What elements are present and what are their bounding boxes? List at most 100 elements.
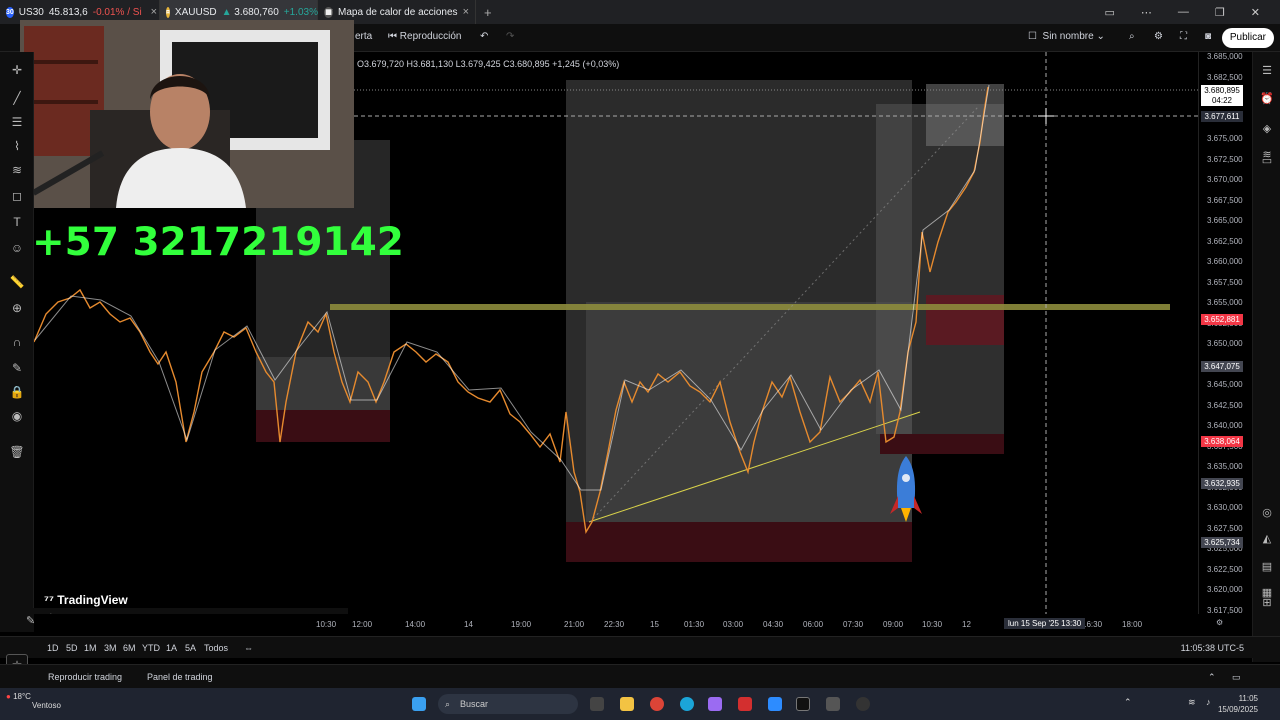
calendar-icon[interactable]: ▤: [1260, 560, 1274, 574]
wps-icon[interactable]: [738, 697, 752, 711]
timeframe-3m[interactable]: 3M: [104, 643, 117, 653]
tab-us30-price: 45.813,6: [48, 6, 88, 18]
edge-icon[interactable]: [680, 697, 694, 711]
tray-speaker-icon[interactable]: ♪: [1206, 697, 1211, 707]
undo-icon[interactable]: ↶: [480, 31, 488, 42]
lock-icon[interactable]: 🔒: [9, 384, 25, 400]
maximize-panel-icon[interactable]: ▭: [1232, 672, 1241, 683]
chrome-icon[interactable]: [650, 697, 664, 711]
app-icon[interactable]: [826, 697, 840, 711]
watchlist-icon[interactable]: ☰: [1260, 64, 1274, 78]
eye-icon[interactable]: ◉: [9, 408, 25, 424]
timeframe-1m[interactable]: 1M: [84, 643, 97, 653]
tab-xauusd-price: ▲ 3.680,760: [222, 7, 279, 18]
chart-settings-icon[interactable]: ⚙: [1216, 618, 1223, 627]
chevron-down-icon: ⌄: [1096, 31, 1105, 42]
webcam-scene: [20, 20, 354, 208]
time-tick: 10:30: [922, 620, 943, 629]
timeframe-6m[interactable]: 6M: [123, 643, 136, 653]
tradingview-app-icon[interactable]: [796, 697, 810, 711]
system-clock[interactable]: 11:05 15/09/2025: [1218, 693, 1258, 715]
pattern-tool-icon[interactable]: ⌇: [9, 138, 25, 154]
ruler-icon[interactable]: 📏: [9, 274, 25, 290]
alert-button[interactable]: erta: [355, 31, 372, 42]
crosshair-time-label: lun 15 Sep '25 13:30: [1004, 618, 1086, 629]
close-window-icon[interactable]: ✕: [1251, 6, 1260, 19]
magnet-icon[interactable]: ∩: [9, 334, 25, 350]
settings-icon[interactable]: ⚙: [1154, 31, 1163, 42]
taskbar-search[interactable]: ⌕ Buscar: [438, 694, 578, 714]
chart-clock[interactable]: 11:05:38 UTC-5: [1181, 643, 1244, 653]
replay-button[interactable]: ⏮ Reproducción: [388, 31, 462, 42]
pencil-lock-icon[interactable]: ✎: [9, 360, 25, 376]
zoom-app-icon[interactable]: [768, 697, 782, 711]
heatmap-icon: ▦: [324, 6, 334, 18]
tab-xauusd-change: +1.03%: [283, 6, 318, 18]
timeframe-all[interactable]: Todos: [204, 643, 228, 653]
grid-icon[interactable]: ⊞: [1260, 596, 1274, 610]
price-tick: 3.650,000: [1207, 339, 1243, 348]
price-label-countdown: 04:22: [1201, 95, 1243, 106]
maximize-icon[interactable]: ❐: [1215, 6, 1225, 19]
trendline-tool-icon[interactable]: ╱: [9, 90, 25, 106]
tray-chevron-icon[interactable]: ⌃: [1124, 697, 1132, 708]
price-axis[interactable]: 3.685,0003.682,5003.680,0003.677,5003.67…: [1198, 52, 1252, 615]
shape-tool-icon[interactable]: ◻: [9, 188, 25, 204]
timeframe-ytd[interactable]: YTD: [142, 643, 160, 653]
target-icon[interactable]: ◎: [1260, 506, 1274, 520]
price-tick: 3.660,000: [1207, 257, 1243, 266]
layout-button[interactable]: ☐ Sin nombre ⌄: [1028, 31, 1105, 42]
price-tick: 3.672,500: [1207, 154, 1243, 164]
price-tick: 3.645,000: [1207, 380, 1243, 389]
trading-panel-tab[interactable]: Panel de trading: [147, 672, 213, 682]
forecast-tool-icon[interactable]: ≋: [9, 162, 25, 178]
redo-icon[interactable]: ↷: [506, 31, 514, 42]
time-tick: 07:30: [843, 620, 864, 629]
camera-icon[interactable]: ◙: [1205, 31, 1211, 42]
data-window-icon[interactable]: ◈: [1260, 122, 1274, 136]
timeframe-1d[interactable]: 1D: [47, 643, 59, 653]
tray-wifi-icon[interactable]: ≋: [1188, 697, 1196, 708]
gold-icon: ¤: [166, 6, 170, 18]
windows-start-icon[interactable]: [412, 697, 426, 711]
obs-icon[interactable]: [856, 697, 870, 711]
time-tick: 09:00: [883, 620, 904, 629]
price-tick: 3.640,000: [1207, 421, 1243, 430]
fullscreen-icon[interactable]: ⛶: [1180, 31, 1187, 42]
file-explorer-icon[interactable]: [620, 697, 634, 711]
alerts-icon[interactable]: ⏰: [1260, 92, 1274, 106]
time-tick: 12: [962, 620, 971, 629]
minimize-icon[interactable]: —: [1178, 6, 1189, 18]
publish-button[interactable]: Publicar: [1221, 28, 1274, 48]
task-view-icon[interactable]: [590, 697, 604, 711]
search-icon[interactable]: ⌕: [1129, 31, 1135, 42]
fib-tool-icon[interactable]: ☰: [9, 114, 25, 130]
timeframe-1a[interactable]: 1A: [166, 643, 177, 653]
chevron-up-icon[interactable]: ⌃: [1208, 672, 1216, 683]
text-tool-icon[interactable]: T: [9, 214, 25, 230]
phone-number-overlay: +57 3217219142: [32, 220, 404, 265]
crosshair-tool-icon[interactable]: ✛: [9, 62, 25, 78]
price-tick: 3.665,000: [1207, 216, 1243, 225]
time-axis[interactable]: 18:0016:3015:001210:3009:0007:3006:0004:…: [34, 614, 1223, 634]
copilot-icon[interactable]: [708, 697, 722, 711]
weather-widget[interactable]: ● 18°C Ventoso: [6, 692, 61, 710]
close-icon[interactable]: ×: [151, 6, 157, 18]
time-tick: 12:00: [352, 620, 373, 629]
timeframe-bar: 1D 5D 1M 3M 6M YTD 1A 5A Todos ⇔ 11:05:3…: [0, 636, 1280, 658]
timeframe-5d[interactable]: 5D: [66, 643, 78, 653]
chat-icon[interactable]: ▭: [1260, 154, 1274, 168]
new-tab-button[interactable]: +: [476, 5, 500, 20]
zoom-icon[interactable]: ⊕: [9, 300, 25, 316]
time-tick: 10:30: [316, 620, 337, 629]
close-icon[interactable]: ×: [463, 6, 469, 18]
emoji-tool-icon[interactable]: ☺: [9, 240, 25, 256]
bookshelf-shelf: [30, 100, 98, 104]
replay-trading-tab[interactable]: Reproducir trading: [48, 672, 122, 682]
date-range-icon[interactable]: ⇔: [244, 643, 253, 653]
ideas-icon[interactable]: ◭: [1260, 532, 1274, 546]
trash-icon[interactable]: 🗑: [9, 444, 25, 460]
timeframe-5a[interactable]: 5A: [185, 643, 196, 653]
cast-icon[interactable]: ▭: [1105, 6, 1115, 19]
more-icon[interactable]: ⋯: [1141, 6, 1152, 19]
